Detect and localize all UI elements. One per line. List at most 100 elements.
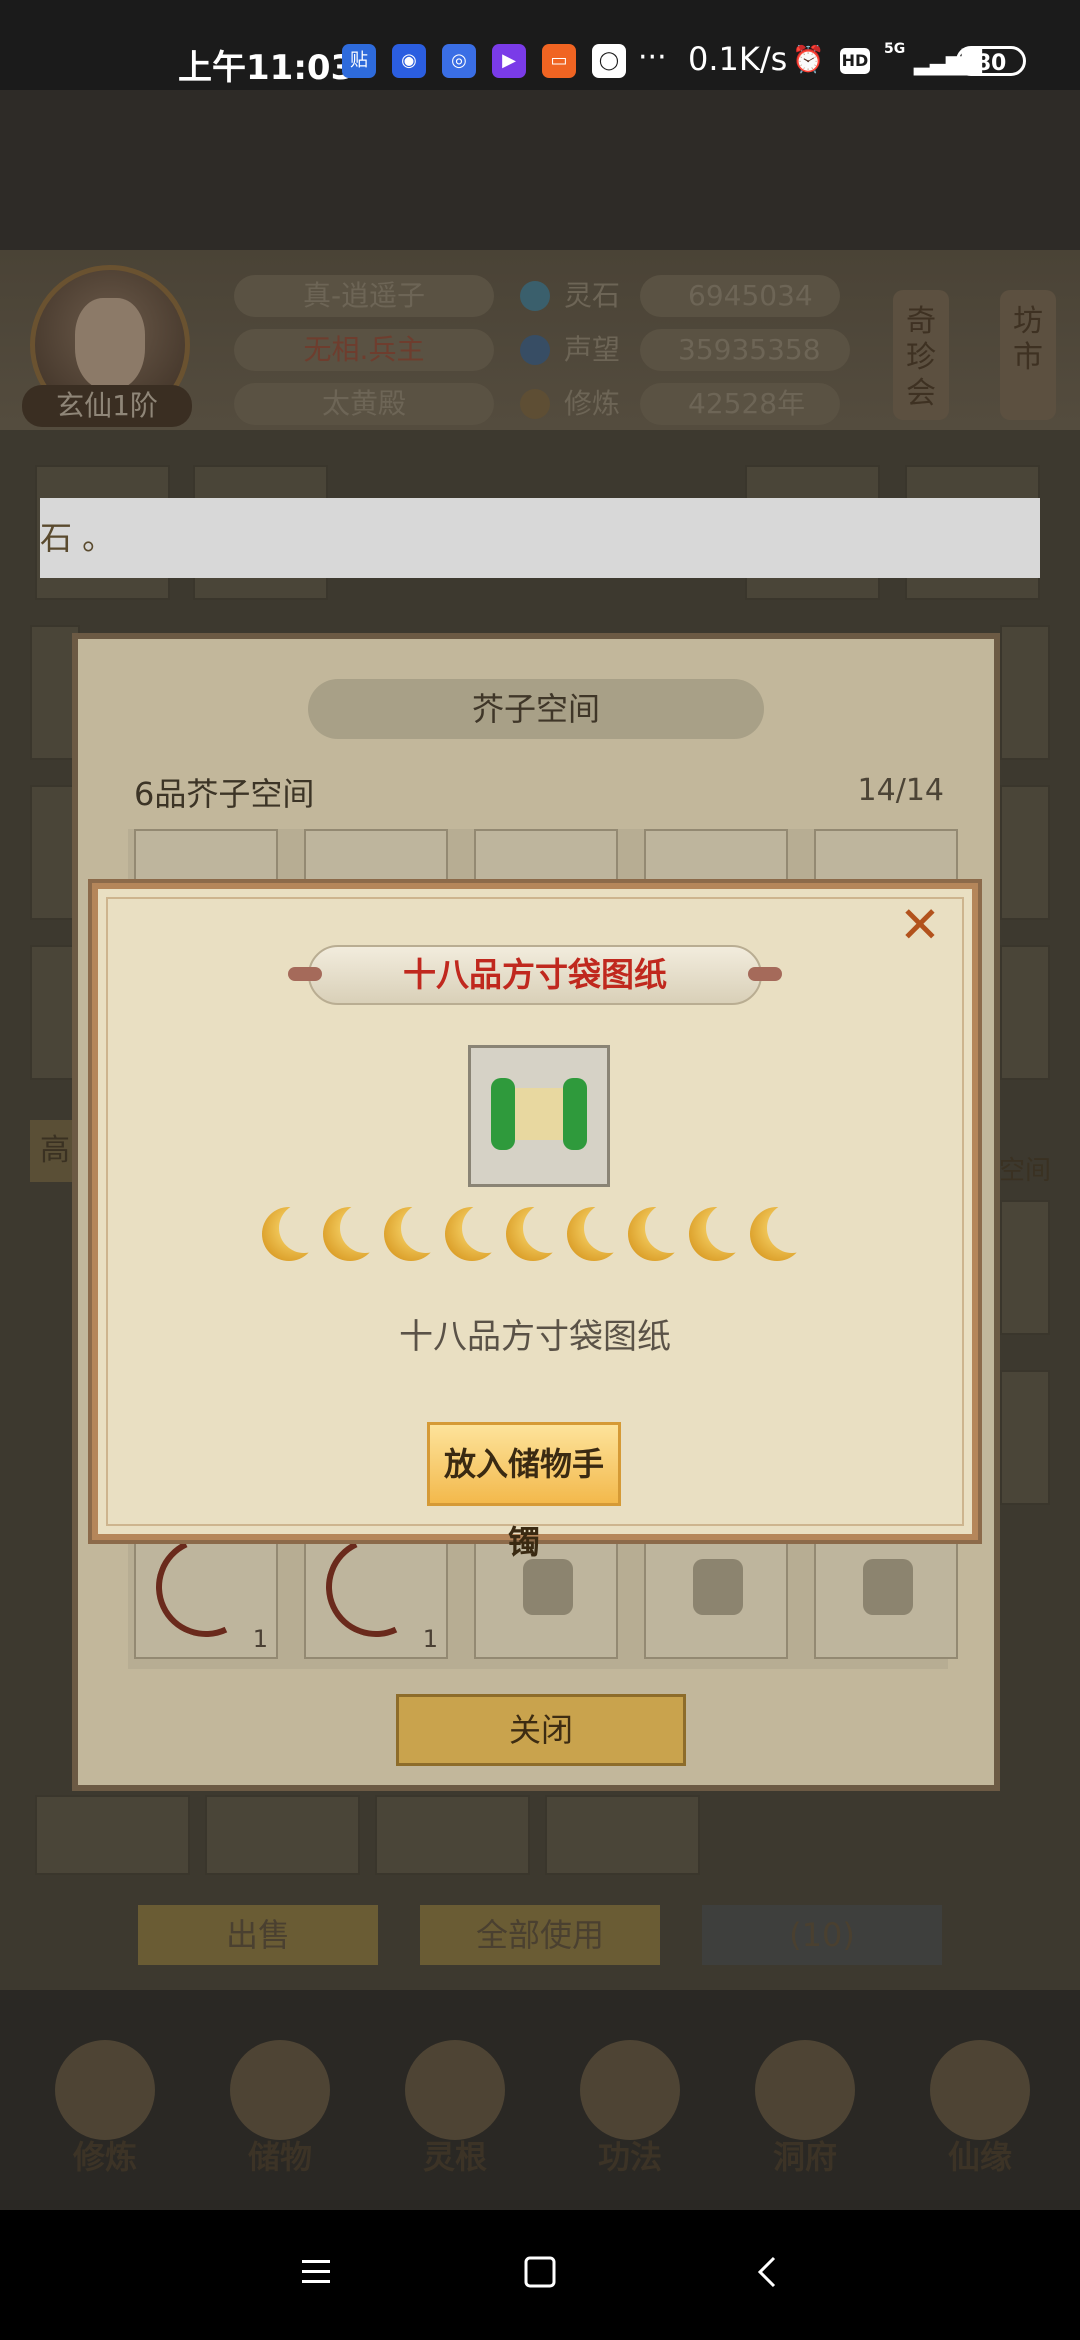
close-icon[interactable]: ✕ bbox=[896, 900, 944, 950]
use-all-button[interactable]: 全部使用 bbox=[420, 1905, 660, 1965]
stat-value-reputation: 35935358 bbox=[640, 329, 850, 371]
baidu-app-icon: ◎ bbox=[442, 44, 476, 78]
treasure-fair-label: 奇珍会 bbox=[906, 304, 936, 411]
status-dots: ··· bbox=[638, 40, 667, 75]
menu-icon[interactable] bbox=[286, 2242, 346, 2302]
moon-icon bbox=[750, 1203, 817, 1261]
stat-value-cultivation: 42528年 bbox=[640, 383, 840, 425]
put-into-bracelet-button[interactable]: 放入储物手镯 bbox=[427, 1422, 621, 1561]
tab-fate[interactable]: 仙缘 bbox=[905, 2040, 1055, 2190]
item-name: 十八品方寸袋图纸 bbox=[399, 1317, 671, 1357]
avatar-face bbox=[75, 298, 145, 390]
cultivate-icon bbox=[55, 2040, 155, 2140]
side-slot[interactable] bbox=[1000, 1370, 1050, 1505]
moon-icon bbox=[506, 1203, 573, 1261]
tab-storage-label: 储物 bbox=[247, 2138, 312, 2176]
spirit-stone-icon bbox=[520, 281, 550, 311]
tab-cultivate-label: 修炼 bbox=[72, 2138, 137, 2176]
player-faction: 太黄殿 bbox=[234, 383, 494, 425]
moon-icon bbox=[323, 1203, 390, 1261]
bow-icon bbox=[311, 1522, 441, 1652]
tab-storage[interactable]: 储物 bbox=[205, 2040, 355, 2190]
tab-skills-label: 功法 bbox=[597, 2138, 662, 2176]
scroll-paper bbox=[509, 1088, 569, 1140]
market-label: 坊市 bbox=[1013, 304, 1043, 375]
skill-book-icon bbox=[580, 2040, 680, 2140]
storage-close-button[interactable]: 关闭 bbox=[396, 1694, 686, 1766]
treasure-fair-banner[interactable]: 奇珍会 bbox=[893, 290, 949, 420]
status-time: 上午11:03 bbox=[178, 48, 355, 88]
tab-cave-label: 洞府 bbox=[772, 2138, 837, 2176]
dialog-title-bar: 十八品方寸袋图纸 bbox=[288, 945, 782, 1005]
lock-icon bbox=[693, 1559, 743, 1615]
rank-label: 玄仙1阶 bbox=[22, 385, 192, 427]
tab-spirit-root[interactable]: 灵根 bbox=[380, 2040, 530, 2190]
moon-icon bbox=[262, 1203, 329, 1261]
item-qty: 1 bbox=[252, 1625, 268, 1653]
storage-bag-icon bbox=[230, 2040, 330, 2140]
battery-indicator: 80 bbox=[956, 46, 1026, 76]
lock-icon bbox=[863, 1559, 913, 1615]
side-label-right[interactable]: 空间 bbox=[990, 1140, 1060, 1202]
tab-cave[interactable]: 洞府 bbox=[730, 2040, 880, 2190]
inventory-slot[interactable] bbox=[375, 1795, 530, 1875]
cave-mansion-icon bbox=[755, 2040, 855, 2140]
reputation-icon bbox=[520, 335, 550, 365]
moon-icon bbox=[689, 1203, 756, 1261]
storage-panel-title: 芥子空间 bbox=[308, 679, 764, 739]
moon-icon bbox=[628, 1203, 695, 1261]
tab-fate-label: 仙缘 bbox=[947, 2138, 1012, 2176]
sell-button[interactable]: 出售 bbox=[138, 1905, 378, 1965]
side-slot[interactable] bbox=[1000, 945, 1050, 1080]
moon-icon bbox=[567, 1203, 634, 1261]
stat-label-stone: 灵石 bbox=[564, 279, 621, 312]
item-qty: 1 bbox=[422, 1625, 438, 1653]
stat-label-reputation: 声望 bbox=[564, 333, 621, 366]
inventory-slot[interactable] bbox=[205, 1795, 360, 1875]
moon-icon bbox=[445, 1203, 512, 1261]
side-slot[interactable] bbox=[1000, 625, 1050, 760]
item-dialog: 十八品方寸袋图纸 ✕ 十八品方寸袋图纸 放入储物手镯 bbox=[92, 883, 978, 1561]
tieba-icon: 贴 bbox=[342, 44, 376, 78]
title-cap-left bbox=[288, 967, 322, 981]
network-speed: 0.1K/s bbox=[688, 40, 788, 78]
item-icon-box bbox=[468, 1045, 610, 1187]
back-icon[interactable] bbox=[738, 2242, 798, 2302]
alarm-icon: ⏰ bbox=[792, 45, 825, 75]
stat-value-stone: 6945034 bbox=[640, 275, 840, 317]
video-icon: ▶ bbox=[492, 44, 526, 78]
inventory-slot[interactable] bbox=[545, 1795, 700, 1875]
tab-skills[interactable]: 功法 bbox=[555, 2040, 705, 2190]
scroll-rod-left bbox=[491, 1078, 515, 1150]
side-slot[interactable] bbox=[1000, 1200, 1050, 1335]
network-type: 5G bbox=[884, 41, 906, 57]
market-banner[interactable]: 坊市 bbox=[1000, 290, 1056, 420]
toast-text: 石 。 bbox=[40, 519, 115, 557]
baidu-icon: ◉ bbox=[392, 44, 426, 78]
home-icon[interactable] bbox=[510, 2242, 570, 2302]
tab-cultivate[interactable]: 修炼 bbox=[30, 2040, 180, 2190]
moon-icon bbox=[384, 1203, 451, 1261]
player-name: 真-逍遥子 bbox=[234, 275, 494, 317]
tab-spirit-root-label: 灵根 bbox=[422, 2138, 487, 2176]
grade-moons bbox=[262, 1203, 822, 1265]
toast-message: 石 。 bbox=[40, 498, 1040, 578]
browser-icon: ◯ bbox=[592, 44, 626, 78]
bow-icon bbox=[141, 1522, 271, 1652]
item-count: (10) bbox=[702, 1905, 942, 1965]
system-nav-bar bbox=[0, 2210, 1080, 2340]
dialog-title: 十八品方寸袋图纸 bbox=[403, 955, 667, 994]
storage-capacity: 14/14 bbox=[857, 773, 944, 808]
hd-badge: HD bbox=[840, 48, 870, 74]
status-bar: 上午11:03 贴 ◉ ◎ ▶ ▭ ◯ ··· 0.1K/s ⏰ HD 5G ▂… bbox=[0, 0, 1080, 90]
youku-icon: ▭ bbox=[542, 44, 576, 78]
spirit-root-icon bbox=[405, 2040, 505, 2140]
inventory-slot[interactable] bbox=[35, 1795, 190, 1875]
scroll-icon bbox=[491, 1078, 587, 1150]
scroll-rod-right bbox=[563, 1078, 587, 1150]
player-title: 无相.兵主 bbox=[234, 329, 494, 371]
cultivation-icon bbox=[520, 389, 550, 419]
side-slot[interactable] bbox=[1000, 785, 1050, 920]
fate-icon bbox=[930, 2040, 1030, 2140]
title-cap-right bbox=[748, 967, 782, 981]
